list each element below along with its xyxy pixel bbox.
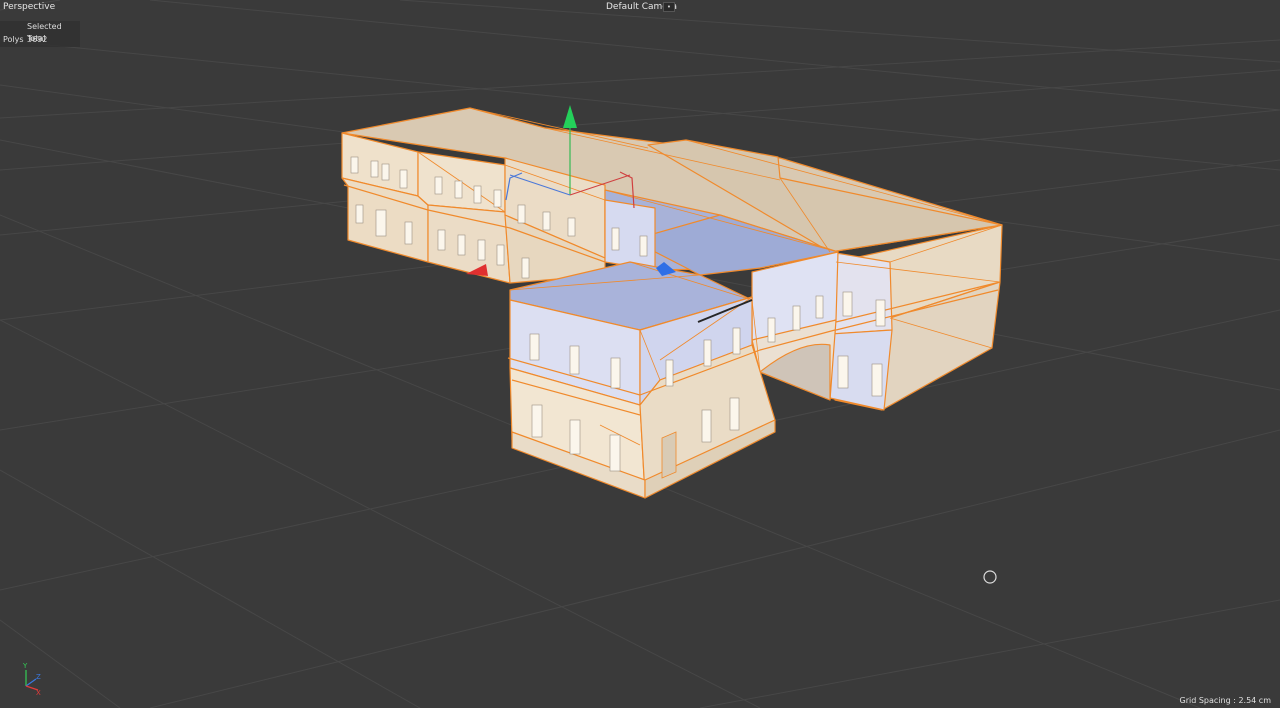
3d-viewport[interactable]: Y Z X <box>0 0 1280 708</box>
axis-label-z: Z <box>36 673 41 681</box>
camera-menu-icon[interactable]: • <box>663 2 675 12</box>
grid-spacing-label: Grid Spacing : 2.54 cm <box>1179 696 1272 705</box>
stats-polys-value: 3692 <box>27 35 48 44</box>
poly-stats-panel: Selected Total Polys 3692 <box>0 21 80 47</box>
axis-label-y: Y <box>22 662 28 670</box>
entrance-door <box>661 431 677 479</box>
view-name-label[interactable]: Perspective <box>3 1 55 13</box>
axis-label-x: X <box>36 689 41 697</box>
stats-polys-label: Polys <box>3 35 24 44</box>
